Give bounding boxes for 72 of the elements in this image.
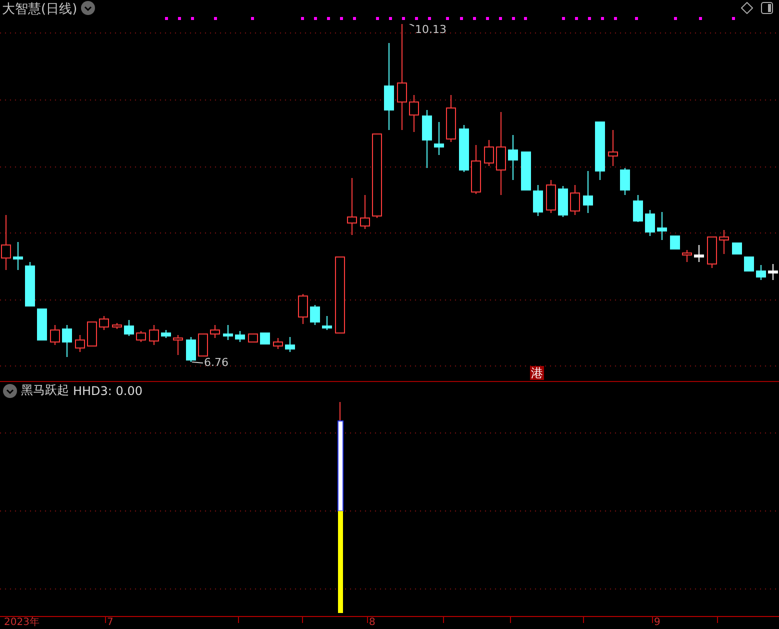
candlestick [223,324,233,340]
candlestick [645,210,655,236]
candlestick [471,144,481,194]
time-axis-label: 7 [107,617,114,628]
candlestick [260,332,270,344]
indicator-reading: HHD3: 0.00 [73,384,142,398]
dropdown-icon[interactable] [81,1,96,15]
candlestick [756,264,766,280]
candlestick [732,242,742,254]
candlestick [210,324,220,338]
candlestick [248,334,258,342]
hk-marker-badge: 港 [530,366,544,380]
candlestick [285,336,295,352]
candlestick [434,122,444,156]
candlestick [508,134,518,180]
high-price-label: 10.13 [415,24,446,36]
candlestick [570,184,580,216]
time-axis-label: 9 [654,617,660,628]
candlestick [459,124,469,172]
dropdown-icon[interactable] [3,384,17,398]
leader-line [192,362,204,364]
candlestick [310,304,320,326]
candlestick [608,130,618,166]
candlestick [484,140,494,166]
low-price-label: 6.76 [204,357,228,369]
diamond-icon[interactable] [741,2,753,14]
candlestick [99,316,109,330]
candlestick [161,330,171,338]
candlestick [322,316,332,330]
chart-title: 大智慧(日线) [2,1,78,19]
candlestick [75,334,85,352]
candlestick [25,262,35,306]
candlestick [149,324,159,346]
candlestick [670,236,680,250]
candlestick [533,184,543,216]
candlestick [273,338,283,350]
candlestick [112,322,122,330]
candlestick [694,244,704,262]
candlestick [595,122,605,180]
candlestick [124,320,134,336]
candlestick [186,336,196,362]
candlestick [409,94,419,132]
candlestick [173,334,183,356]
panel-toggle-icon[interactable] [761,2,773,14]
indicator-name: 黑马跃起 [21,382,69,399]
candlestick [768,264,778,280]
candlestick [62,324,72,358]
candlestick [546,180,556,214]
candlestick [446,94,456,142]
candlestick [198,334,208,356]
candlestick [87,322,97,346]
time-axis-label: 2023年 [4,617,40,628]
candlestick [719,230,729,254]
candlestick [298,294,308,324]
candlestick [360,194,370,230]
candlestick [235,330,245,342]
candlestick [136,330,146,342]
candlestick [347,178,357,236]
candlestick [707,236,717,268]
time-axis-label: 8 [369,617,376,628]
candlestick [583,170,593,214]
candlestick [657,212,667,240]
candlestick [13,242,23,270]
candlestick [422,110,432,168]
candlestick [521,152,531,190]
candlestick [744,256,754,272]
candlestick [633,194,643,222]
candlestick [558,186,568,218]
candlestick [620,168,630,196]
candlestick [37,308,47,340]
candlestick [50,324,60,346]
candlestick [682,250,692,262]
